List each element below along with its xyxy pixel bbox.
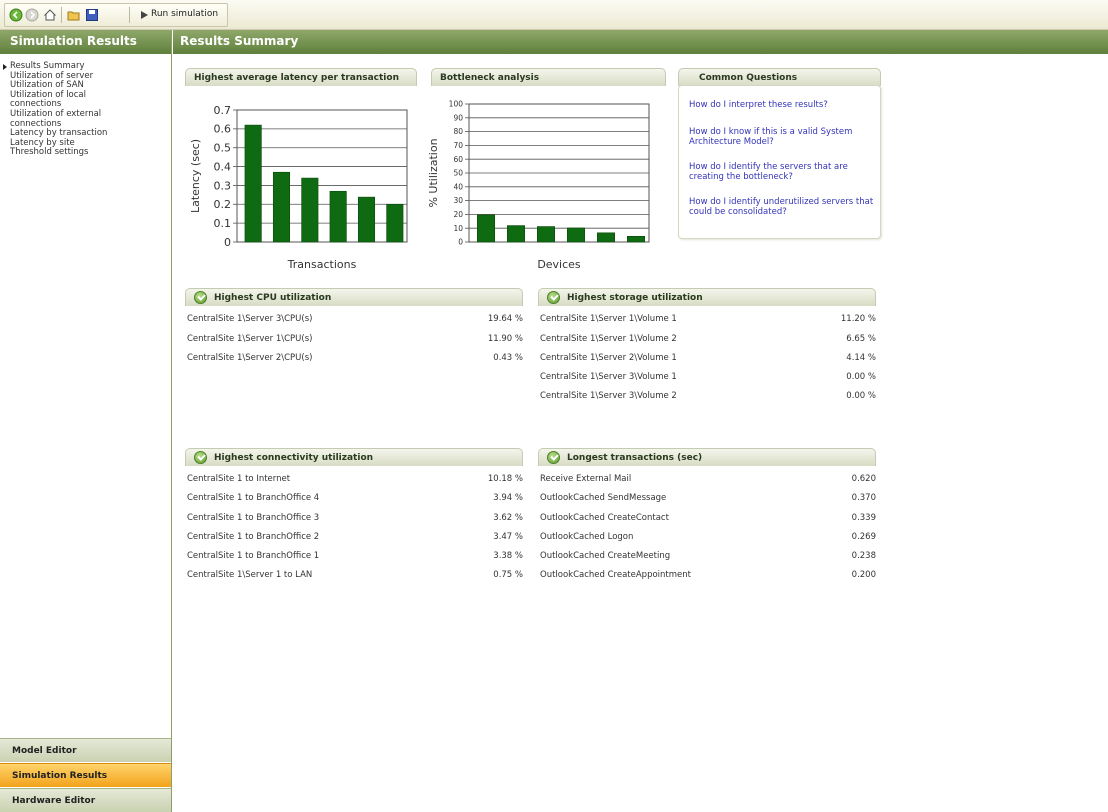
common-questions-box: How do I interpret these results? How do… <box>678 85 881 239</box>
table-row: CentralSite 1 to BranchOffice 1 3.38 % <box>187 551 523 561</box>
table-row: CentralSite 1 to Internet 10.18 % <box>187 474 523 484</box>
sidebar-title: Simulation Results <box>0 30 171 54</box>
toolbar: Run simulation <box>0 0 1108 30</box>
common-questions-title: Common Questions <box>678 68 881 86</box>
run-simulation-button[interactable]: Run simulation <box>151 9 218 19</box>
y-tick-label: 40 <box>453 182 463 191</box>
y-tick-label: 0 <box>224 236 231 249</box>
question-link-interpret[interactable]: How do I interpret these results? <box>689 100 874 110</box>
table-row: OutlookCached CreateContact 0.339 <box>540 513 876 523</box>
tab-hardware-editor[interactable]: Hardware Editor <box>0 788 171 812</box>
table-row: OutlookCached CreateAppointment 0.200 <box>540 570 876 580</box>
bar <box>272 171 291 243</box>
sidebar-item-threshold-settings[interactable]: Threshold settings <box>10 148 160 158</box>
check-icon <box>547 451 560 464</box>
check-icon <box>194 291 207 304</box>
table-row: CentralSite 1 to BranchOffice 3 3.62 % <box>187 513 523 523</box>
bar <box>386 203 404 243</box>
x-axis-label: Transactions <box>287 258 357 271</box>
toolbar-separator <box>61 7 62 23</box>
play-icon[interactable] <box>137 8 151 22</box>
y-tick-label: 10 <box>453 224 463 233</box>
sidebar-nav: Results Summary Utilization of server Ut… <box>0 54 171 158</box>
bar <box>244 124 262 243</box>
cpu-utilization-title: Highest CPU utilization <box>185 288 523 306</box>
y-tick-label: 100 <box>449 100 464 109</box>
connectivity-utilization-title: Highest connectivity utilization <box>185 448 523 466</box>
open-folder-icon[interactable] <box>67 8 81 22</box>
home-icon[interactable] <box>43 8 57 22</box>
sidebar-item-utilization-external[interactable]: Utilization of external connections <box>10 109 110 129</box>
y-tick-label: 20 <box>453 210 463 219</box>
longest-transactions-title: Longest transactions (sec) <box>538 448 876 466</box>
sidebar-item-utilization-local[interactable]: Utilization of local connections <box>10 90 100 110</box>
bar <box>357 196 376 243</box>
tab-model-editor[interactable]: Model Editor <box>0 738 171 762</box>
y-tick-label: 30 <box>453 196 463 205</box>
table-row: Receive External Mail 0.620 <box>540 474 876 484</box>
bar <box>329 190 347 243</box>
table-row: CentralSite 1\Server 1\CPU(s) 11.90 % <box>187 334 523 344</box>
y-tick-label: 60 <box>453 155 463 164</box>
page-title: Results Summary <box>173 30 1108 54</box>
bar <box>301 177 319 243</box>
bar <box>597 232 616 243</box>
x-axis-label: Devices <box>537 258 581 271</box>
forward-icon[interactable] <box>25 8 39 22</box>
y-tick-label: 0.2 <box>214 198 232 211</box>
table-row: CentralSite 1\Server 1 to LAN 0.75 % <box>187 570 523 580</box>
y-tick-label: 50 <box>453 169 463 178</box>
check-icon <box>547 291 560 304</box>
y-tick-label: 0.4 <box>214 160 232 173</box>
y-axis-label: % Utilization <box>427 138 440 207</box>
plot-area <box>236 109 408 243</box>
bottleneck-chart: 0 10 20 30 40 50 60 70 80 90 100 Devices % Utilizati… <box>427 100 650 271</box>
storage-utilization-title: Highest storage utilization <box>538 288 876 306</box>
y-tick-label: 0 <box>458 238 463 247</box>
table-row: CentralSite 1 to BranchOffice 2 3.47 % <box>187 532 523 542</box>
bottleneck-panel-title: Bottleneck analysis <box>431 68 666 86</box>
main-content: Results Summary Highest average latency … <box>173 30 1108 812</box>
bar <box>567 227 586 243</box>
table-row: CentralSite 1 to BranchOffice 4 3.94 % <box>187 493 523 503</box>
table-row: CentralSite 1\Server 2\CPU(s) 0.43 % <box>187 353 523 363</box>
back-icon[interactable] <box>9 8 23 22</box>
y-tick-label: 0.3 <box>214 179 232 192</box>
table-row: CentralSite 1\Server 3\CPU(s) 19.64 % <box>187 314 523 324</box>
question-link-underutilized[interactable]: How do I identify underutilized servers … <box>689 197 874 217</box>
table-row: CentralSite 1\Server 2\Volume 1 4.14 % <box>540 353 876 363</box>
save-icon[interactable] <box>85 8 99 22</box>
toolbar-separator <box>129 7 130 23</box>
question-link-bottleneck[interactable]: How do I identify the servers that are c… <box>689 162 874 182</box>
table-row: OutlookCached SendMessage 0.370 <box>540 493 876 503</box>
y-tick-label: 80 <box>453 127 463 136</box>
y-tick-label: 70 <box>453 141 463 150</box>
y-tick-label: 0.1 <box>214 217 232 230</box>
table-row: CentralSite 1\Server 3\Volume 2 0.00 % <box>540 391 876 401</box>
table-row: OutlookCached CreateMeeting 0.238 <box>540 551 876 561</box>
table-row: CentralSite 1\Server 1\Volume 1 11.20 % <box>540 314 876 324</box>
bar <box>627 235 646 243</box>
y-tick-label: 0.6 <box>214 123 232 136</box>
latency-panel-title: Highest average latency per transaction <box>185 68 417 86</box>
toolbar-button-group: Run simulation <box>4 3 228 27</box>
question-link-valid-model[interactable]: How do I know if this is a valid System … <box>689 127 874 147</box>
latency-chart: 0 0.1 0.2 0.3 0.4 0.5 0.6 0.7 Transactions Latenc… <box>189 104 408 271</box>
table-row: OutlookCached Logon 0.269 <box>540 532 876 542</box>
bar <box>537 226 556 243</box>
y-tick-label: 0.5 <box>214 142 232 155</box>
sidebar: Simulation Results Results Summary Utili… <box>0 30 172 812</box>
y-tick-label: 90 <box>453 113 463 122</box>
table-row: CentralSite 1\Server 3\Volume 1 0.00 % <box>540 372 876 382</box>
y-tick-label: 0.7 <box>214 104 232 117</box>
check-icon <box>194 451 207 464</box>
bar <box>507 225 526 243</box>
tab-simulation-results[interactable]: Simulation Results <box>0 763 171 787</box>
y-axis-label: Latency (sec) <box>189 139 202 213</box>
table-row: CentralSite 1\Server 1\Volume 2 6.65 % <box>540 334 876 344</box>
bar <box>476 214 495 243</box>
